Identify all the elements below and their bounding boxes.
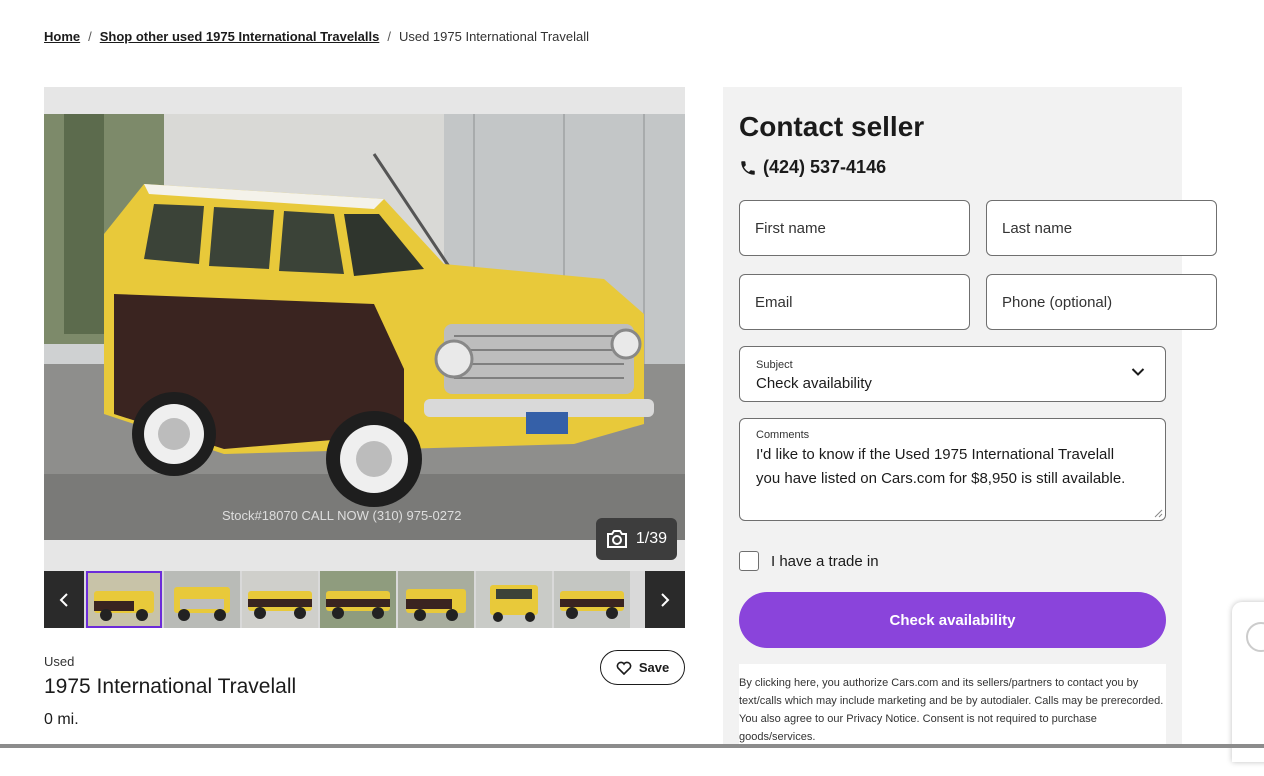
subject-select[interactable]: Subject Check availability [739, 346, 1166, 402]
chat-avatar-icon [1246, 622, 1264, 652]
thumbnail[interactable] [242, 571, 318, 628]
thumbnail[interactable] [398, 571, 474, 628]
camera-icon [606, 530, 627, 548]
thumbnail[interactable] [86, 571, 162, 628]
phone-field[interactable] [986, 274, 1217, 330]
chevron-down-icon [1131, 368, 1145, 376]
phone-icon [741, 160, 755, 175]
photo-counter-text: 1/39 [635, 530, 667, 547]
comments-line: you have listed on Cars.com for $8,950 i… [756, 470, 1126, 487]
photo-counter[interactable]: 1/39 [595, 518, 677, 560]
breadcrumb-shop-link[interactable]: Shop other used 1975 International Trave… [100, 29, 380, 44]
save-label: Save [638, 660, 670, 675]
photo-watermark: Stock#18070 CALL NOW (310) 975-0272 [222, 508, 461, 523]
contact-seller-panel: Contact seller (424) 537-4146 Subject Ch… [723, 87, 1217, 752]
trade-in-label: I have a trade in [771, 552, 879, 570]
listing-summary: Used 1975 International Travelall 0 mi. … [44, 650, 685, 729]
name-row [739, 200, 1217, 256]
subject-value: Check availability [756, 375, 872, 392]
thumbnail-next-button[interactable] [645, 571, 685, 628]
trade-in-checkbox[interactable] [739, 551, 759, 571]
thumbnail[interactable] [320, 571, 396, 628]
breadcrumb: Home / Shop other used 1975 Internationa… [44, 29, 589, 44]
comments-text: I'd like to know if the Used 1975 Intern… [756, 443, 1149, 491]
seller-phone-link[interactable]: (424) 537-4146 [739, 157, 1166, 178]
consent-disclaimer: By clicking here, you authorize Cars.com… [739, 664, 1166, 752]
seller-phone-number: (424) 537-4146 [763, 157, 887, 177]
heart-icon [616, 661, 632, 675]
thumbnail[interactable] [476, 571, 552, 628]
contact-info-row [739, 274, 1217, 330]
vehicle-mileage: 0 mi. [44, 711, 79, 728]
hero-photo[interactable]: Stock#18070 CALL NOW (310) 975-0272 [44, 114, 685, 540]
photo-gallery: Stock#18070 CALL NOW (310) 975-0272 1/39 [44, 87, 685, 628]
last-name-field[interactable] [986, 200, 1217, 256]
breadcrumb-current: Used 1975 International Travelall [398, 29, 590, 44]
breadcrumb-home-link[interactable]: Home [44, 29, 80, 44]
thumbnail[interactable] [554, 571, 630, 628]
comments-textarea[interactable]: Comments I'd like to know if the Used 19… [739, 418, 1166, 521]
subject-label: Subject [756, 359, 793, 371]
chevron-left-icon [59, 592, 68, 607]
resize-handle-icon[interactable] [1153, 508, 1163, 518]
breadcrumb-separator: / [88, 29, 92, 44]
comments-line: I'd like to know if the Used 1975 Intern… [756, 446, 1115, 463]
trade-in-row[interactable]: I have a trade in [739, 551, 1166, 571]
thumbnail-strip [44, 571, 685, 628]
chat-widget[interactable] [1232, 602, 1264, 762]
first-name-field[interactable] [739, 200, 970, 256]
thumbnail[interactable] [164, 571, 240, 628]
vehicle-title: 1975 International Travelall [44, 675, 297, 698]
chevron-right-icon [661, 592, 670, 607]
email-field[interactable] [739, 274, 970, 330]
contact-heading: Contact seller [739, 111, 925, 142]
thumbnails [86, 571, 630, 628]
breadcrumb-separator: / [387, 29, 391, 44]
bottom-bar [0, 744, 1264, 748]
check-availability-button[interactable]: Check availability [739, 592, 1166, 648]
listing-condition: Used [44, 654, 75, 669]
save-button[interactable]: Save [600, 650, 685, 685]
thumbnail-prev-button[interactable] [44, 571, 84, 628]
comments-label: Comments [756, 429, 810, 441]
